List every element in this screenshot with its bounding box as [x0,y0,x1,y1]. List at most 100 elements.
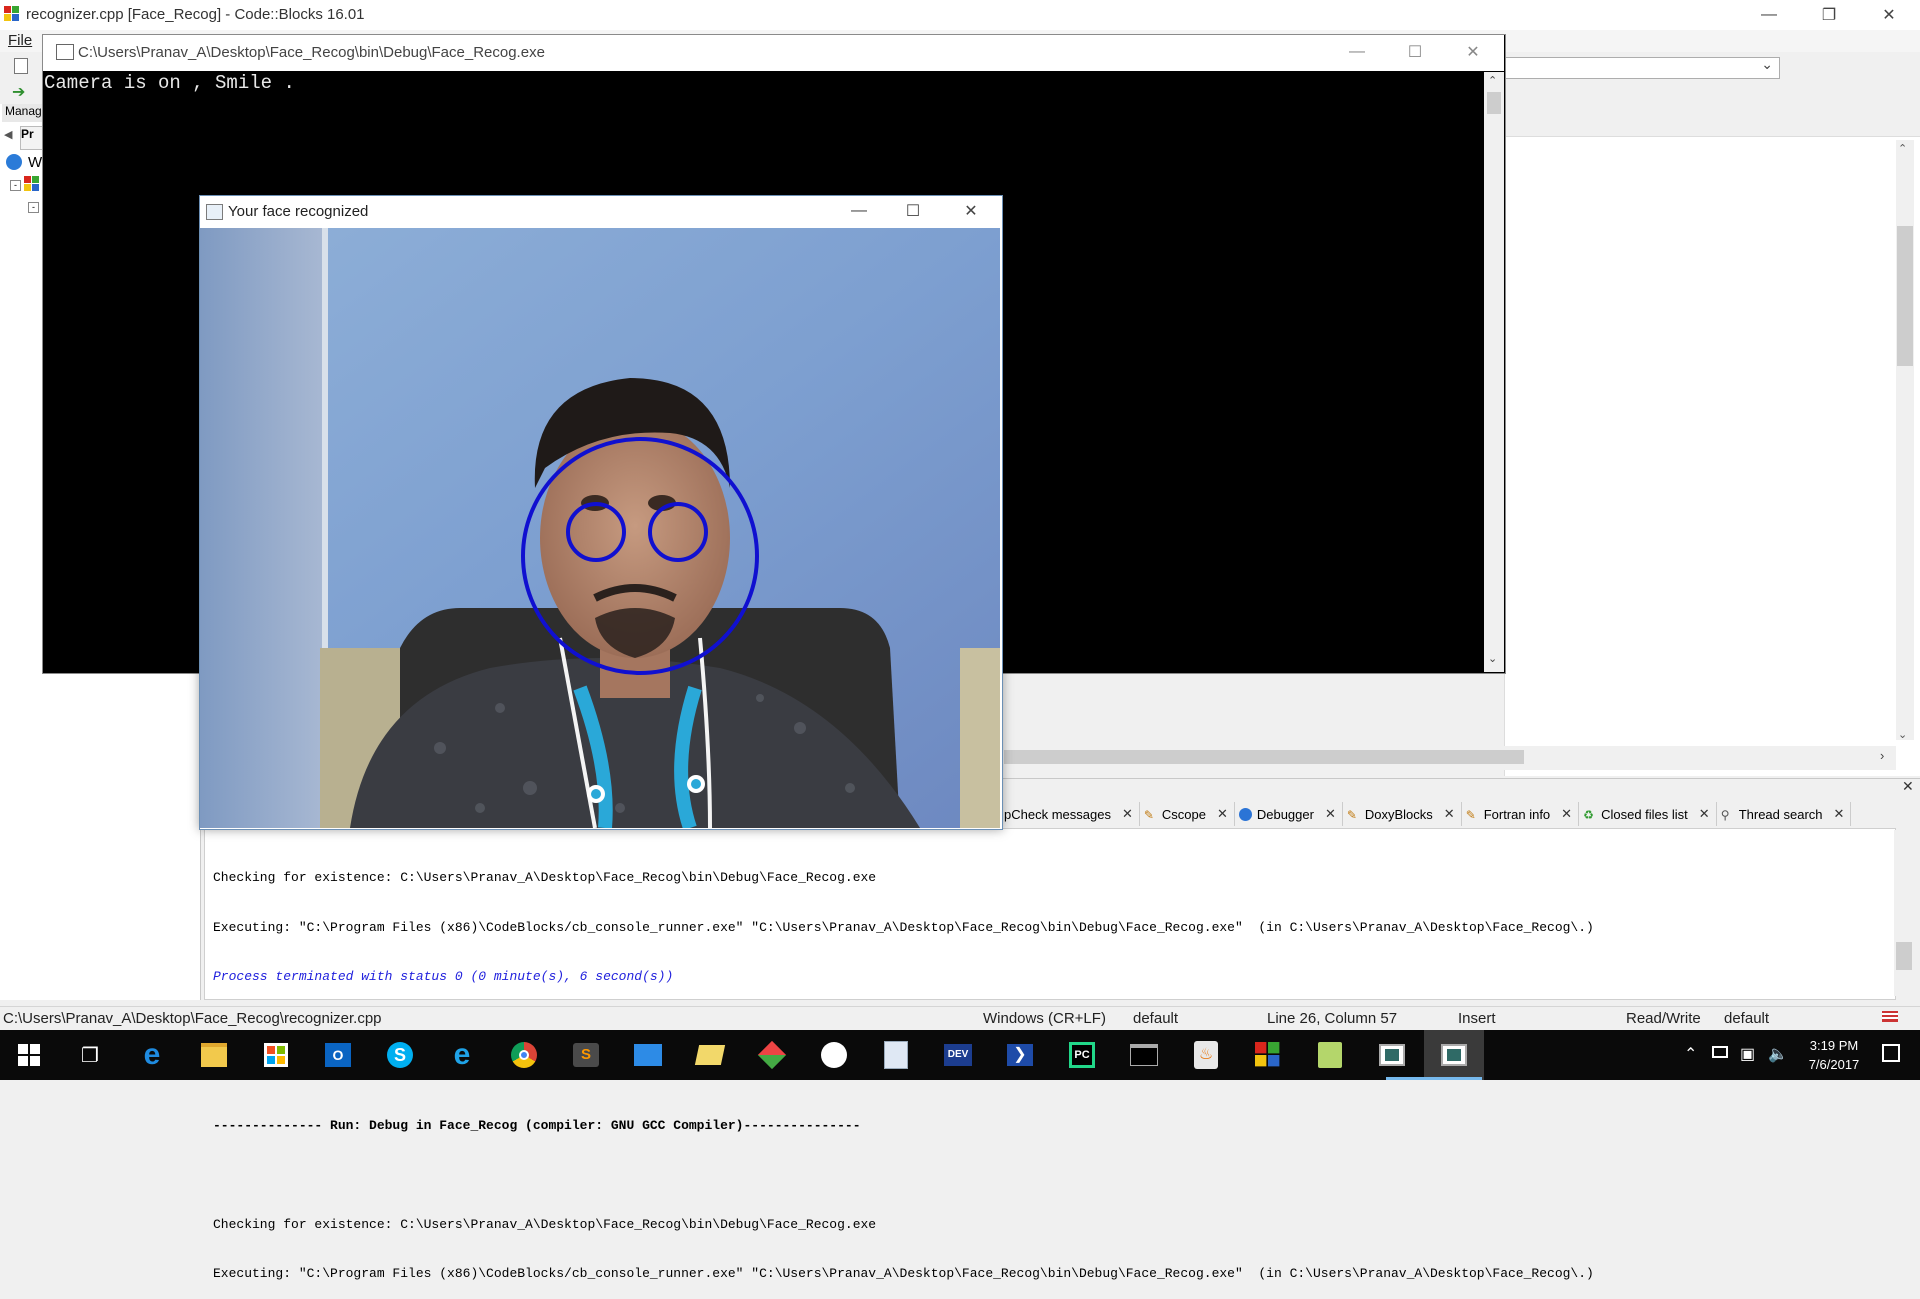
restore-button[interactable]: ❐ [1806,0,1852,30]
tab-close-icon[interactable]: ✕ [1325,806,1336,822]
tab-debugger[interactable]: Debugger ✕ [1235,802,1343,826]
notepad-icon[interactable] [881,1040,911,1070]
scroll-down-icon[interactable]: ⌄ [1488,652,1497,665]
skype-icon[interactable]: S [385,1040,415,1070]
minimize-button[interactable]: — [1746,0,1792,30]
task-view-icon[interactable]: ❐ [75,1040,105,1070]
face-close-button[interactable]: ✕ [948,196,994,226]
face-window-app-icon[interactable] [1439,1040,1469,1070]
webcam-frame [200,228,1000,828]
console-minimize-button[interactable]: — [1334,34,1380,70]
console-scrollbar[interactable] [1484,72,1504,672]
pencil-icon: ✎ [1143,807,1154,822]
network-icon[interactable]: ▣ [1740,1044,1755,1064]
clock-date: 7/6/2017 [1808,1057,1860,1072]
tab-cscope[interactable]: ✎ Cscope ✕ [1140,802,1235,826]
editor-scroll-thumb[interactable] [1897,226,1913,366]
file-explorer-icon[interactable] [199,1040,229,1070]
notification-center-icon[interactable] [1882,1044,1900,1062]
tab-label: Thread search [1738,806,1823,822]
us-flag-icon [1882,1011,1898,1022]
scroll-down-icon[interactable]: ⌄ [1898,728,1907,741]
log-line: Executing: "C:\Program Files (x86)\CodeB… [213,919,1594,935]
powershell-icon[interactable]: ❯ [1005,1040,1035,1070]
status-line-endings: Windows (CR+LF) [983,1010,1106,1027]
close-button[interactable]: ✕ [1866,0,1912,30]
tab-label: DoxyBlocks [1364,806,1433,822]
status-position: Line 26, Column 57 [1267,1010,1398,1027]
java-icon[interactable]: ♨ [1191,1040,1221,1070]
tray-clock[interactable]: 3:19 PM 7/6/2017 [1804,1036,1864,1074]
tab-close-icon[interactable]: ✕ [1561,806,1572,822]
tab-doxyblocks[interactable]: ✎ DoxyBlocks ✕ [1343,802,1462,826]
logs-close-icon[interactable]: ✕ [1902,778,1914,795]
log-tabs: pCheck messages ✕ ✎ Cscope ✕ Debugger ✕ ✎ Dox… [1000,802,1920,826]
console-app-icon[interactable] [1377,1040,1407,1070]
tab-close-icon[interactable]: ✕ [1444,806,1455,822]
tab-label: Fortran info [1483,806,1551,822]
editor-hscroll-thumb[interactable] [1004,750,1524,764]
tree-collapse-icon[interactable]: - [10,180,21,191]
tab-closed-files-list[interactable]: ♻ Closed files list ✕ [1579,802,1717,826]
battery-icon[interactable] [1712,1046,1728,1058]
recycle-icon: ♻ [1583,807,1594,822]
outlook-icon[interactable]: O [323,1040,353,1070]
search-icon: ⚲ [1720,807,1730,822]
folder-sync-icon[interactable] [694,1040,726,1070]
tab-thread-search[interactable]: ⚲ Thread search ✕ [1717,802,1852,826]
dev-cpp-icon[interactable]: DEV [943,1040,973,1070]
tree-collapse-icon[interactable]: - [28,202,39,213]
github-icon[interactable] [819,1040,849,1070]
volume-icon[interactable]: 🔈 [1768,1044,1788,1064]
start-icon[interactable] [14,1040,44,1070]
workspace-icon [6,154,22,170]
notepad-plus-icon[interactable] [1315,1040,1345,1070]
tab-label: pCheck messages [1004,806,1111,822]
log-line: Executing: "C:\Program Files (x86)\CodeB… [213,1266,1594,1281]
tab-label: Debugger [1256,806,1314,822]
tab-cppcheck-messages[interactable]: pCheck messages ✕ [1000,802,1140,826]
back-arrow-icon[interactable]: ➔ [12,82,25,102]
tab-label: Closed files list [1601,806,1688,822]
scroll-up-icon[interactable]: ⌃ [1898,142,1907,155]
console-maximize-button[interactable]: ☐ [1392,34,1438,70]
edge-icon[interactable]: e [137,1038,167,1071]
tab-close-icon[interactable]: ✕ [1699,806,1710,822]
code-completion-dropdown[interactable] [1502,56,1780,79]
console-window-icon [56,44,74,60]
management-label: Manag [2,104,46,122]
store-icon[interactable] [261,1040,291,1070]
face-maximize-button[interactable]: ☐ [890,196,936,226]
log-line: Checking for existence: C:\Users\Pranav_… [213,1216,877,1232]
status-access: Read/Write [1626,1010,1701,1027]
log-vertical-scrollbar[interactable] [1894,830,1914,996]
codeblocks-icon[interactable] [1253,1040,1283,1070]
pycharm-icon[interactable]: PC [1067,1040,1097,1070]
sublime-text-icon[interactable]: S [571,1040,601,1070]
tab-left-arrow-icon[interactable]: ◀ [4,128,12,141]
tab-close-icon[interactable]: ✕ [1834,806,1845,822]
tray-expand-icon[interactable]: ⌃ [1684,1044,1697,1064]
internet-explorer-icon[interactable]: e [447,1038,477,1071]
git-icon[interactable] [757,1040,787,1070]
face-minimize-button[interactable]: — [836,196,882,226]
chrome-icon[interactable] [509,1040,539,1070]
console-close-button[interactable]: ✕ [1450,34,1496,70]
editor-area[interactable] [1504,104,1920,776]
new-file-icon[interactable] [14,58,28,74]
project-icon [24,176,39,191]
menu-file[interactable]: File [8,32,32,49]
command-prompt-icon[interactable] [1129,1040,1159,1070]
main-window-title: recognizer.cpp [Face_Recog] - Code::Bloc… [26,6,365,23]
tab-close-icon[interactable]: ✕ [1122,806,1133,822]
console-scroll-thumb[interactable] [1487,92,1501,114]
status-mode: Insert [1458,1010,1496,1027]
tab-close-icon[interactable]: ✕ [1217,806,1228,822]
scroll-up-icon[interactable]: ⌃ [1488,74,1497,87]
scroll-right-icon[interactable]: › [1880,748,1884,763]
tab-fortran-info[interactable]: ✎ Fortran info ✕ [1462,802,1580,826]
app-icon[interactable] [633,1040,663,1070]
workspace-label[interactable]: W [28,154,42,171]
log-scroll-thumb[interactable] [1896,942,1912,970]
